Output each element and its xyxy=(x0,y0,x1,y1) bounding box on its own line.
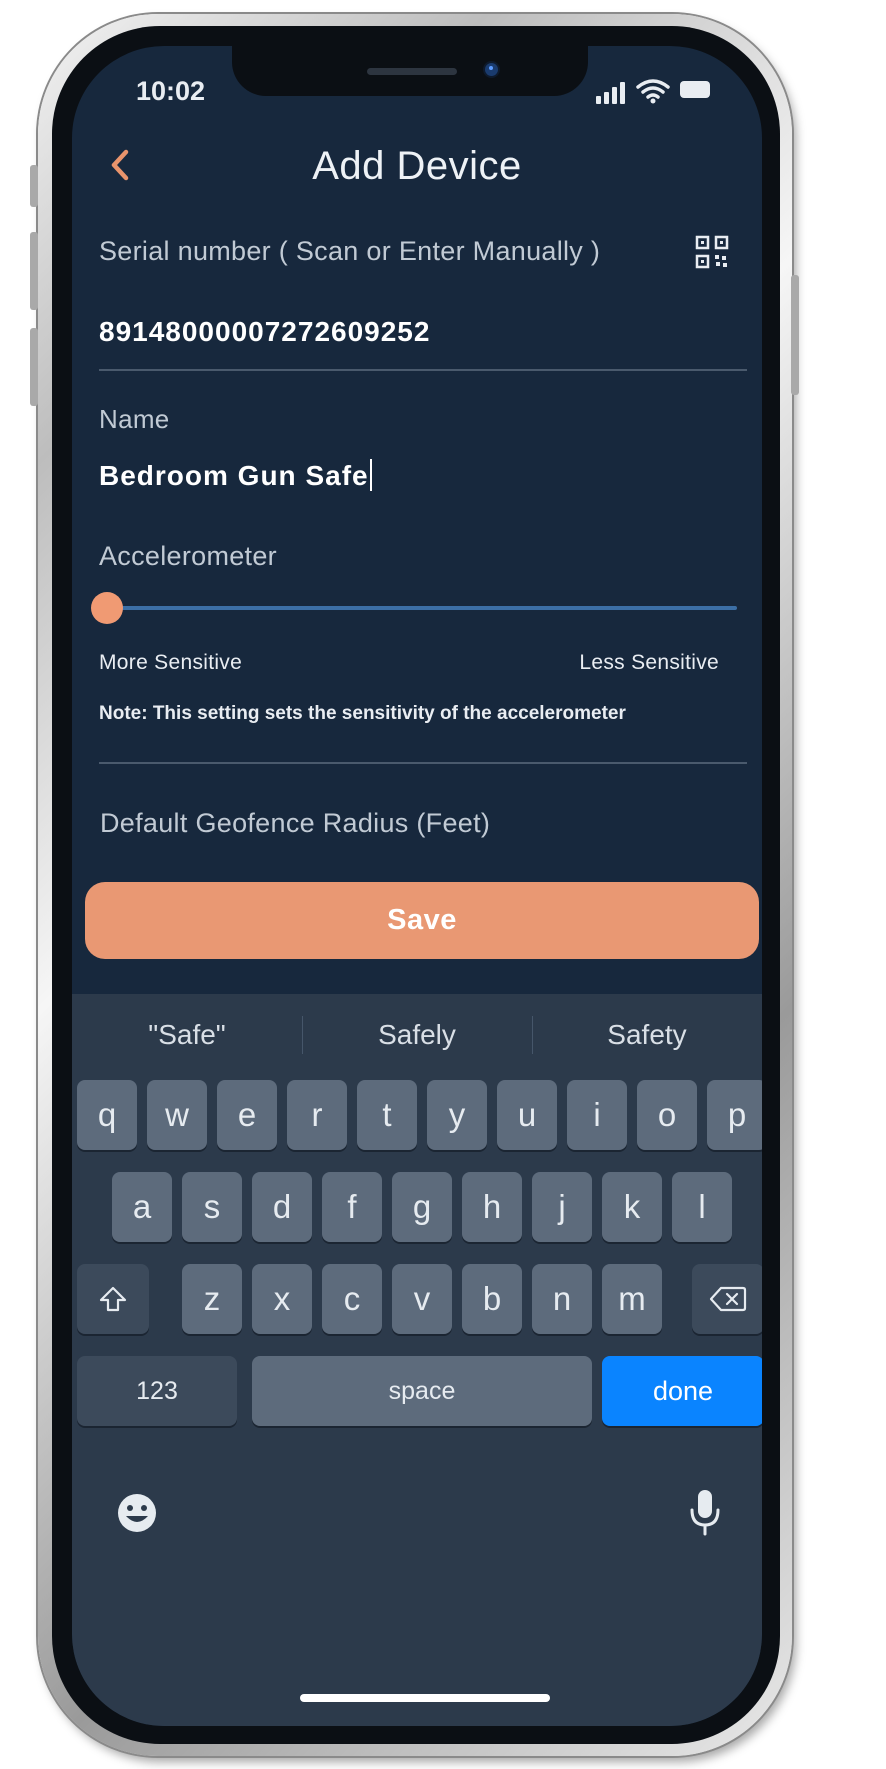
wifi-icon xyxy=(636,79,670,104)
status-icons xyxy=(596,78,714,104)
power-button xyxy=(791,275,799,395)
key-g[interactable]: g xyxy=(392,1172,452,1242)
key-h[interactable]: h xyxy=(462,1172,522,1242)
serial-divider xyxy=(99,369,747,371)
name-input[interactable]: Bedroom Gun Safe xyxy=(99,459,372,492)
key-y[interactable]: y xyxy=(427,1080,487,1150)
suggestion-2[interactable]: Safely xyxy=(302,994,532,1076)
key-z[interactable]: z xyxy=(182,1264,242,1334)
key-r[interactable]: r xyxy=(287,1080,347,1150)
name-input-text: Bedroom Gun Safe xyxy=(99,460,369,491)
name-label: Name xyxy=(99,404,170,434)
key-k[interactable]: k xyxy=(602,1172,662,1242)
suggestion-1[interactable]: "Safe" xyxy=(72,994,302,1076)
accelerometer-note: Note: This setting sets the sensitivity … xyxy=(99,703,626,724)
key-v[interactable]: v xyxy=(392,1264,452,1334)
more-sensitive-label: More Sensitive xyxy=(99,651,243,674)
shift-key[interactable] xyxy=(77,1264,149,1334)
text-caret xyxy=(369,459,372,491)
key-e[interactable]: e xyxy=(217,1080,277,1150)
accelerometer-slider-track[interactable] xyxy=(107,606,737,610)
qr-code-icon[interactable] xyxy=(694,234,730,270)
key-s[interactable]: s xyxy=(182,1172,242,1242)
key-q[interactable]: q xyxy=(77,1080,137,1150)
key-o[interactable]: o xyxy=(637,1080,697,1150)
status-time: 10:02 xyxy=(136,76,206,106)
serial-number-input[interactable]: 89148000007272609252 xyxy=(99,316,430,348)
less-sensitive-label: Less Sensitive xyxy=(579,651,719,674)
accelerometer-divider xyxy=(99,762,747,764)
accelerometer-slider-thumb[interactable] xyxy=(91,592,123,624)
key-p[interactable]: p xyxy=(707,1080,762,1150)
notch xyxy=(232,46,588,96)
key-x[interactable]: x xyxy=(252,1264,312,1334)
geofence-radius-label[interactable]: Default Geofence Radius (Feet) xyxy=(100,808,490,839)
battery-icon xyxy=(680,81,710,98)
save-button[interactable]: Save xyxy=(85,882,759,959)
key-l[interactable]: l xyxy=(672,1172,732,1242)
backspace-key[interactable] xyxy=(692,1264,762,1334)
home-indicator[interactable] xyxy=(300,1694,550,1702)
key-f[interactable]: f xyxy=(322,1172,382,1242)
key-c[interactable]: c xyxy=(322,1264,382,1334)
key-b[interactable]: b xyxy=(462,1264,522,1334)
key-j[interactable]: j xyxy=(532,1172,592,1242)
volume-down-button xyxy=(30,328,38,406)
serial-number-label: Serial number ( Scan or Enter Manually ) xyxy=(99,236,601,266)
mute-switch xyxy=(30,165,38,207)
front-camera xyxy=(485,63,498,76)
space-key[interactable]: space xyxy=(252,1356,592,1426)
keyboard: "Safe" Safely Safety q w e r t y u i o p… xyxy=(72,994,762,1726)
suggestion-bar: "Safe" Safely Safety xyxy=(72,994,762,1076)
screen: 10:02 Add Device Serial number ( Scan or… xyxy=(72,46,762,1726)
earpiece-speaker xyxy=(367,68,457,75)
backspace-icon xyxy=(709,1286,747,1312)
shift-icon xyxy=(99,1286,127,1312)
done-key[interactable]: done xyxy=(602,1356,762,1426)
key-t[interactable]: t xyxy=(357,1080,417,1150)
signal-icon xyxy=(596,80,626,104)
volume-up-button xyxy=(30,232,38,310)
key-i[interactable]: i xyxy=(567,1080,627,1150)
emoji-icon[interactable] xyxy=(116,1492,158,1534)
suggestion-3[interactable]: Safety xyxy=(532,994,762,1076)
accelerometer-label: Accelerometer xyxy=(99,541,277,571)
key-m[interactable]: m xyxy=(602,1264,662,1334)
key-w[interactable]: w xyxy=(147,1080,207,1150)
numbers-key[interactable]: 123 xyxy=(77,1356,237,1426)
key-a[interactable]: a xyxy=(112,1172,172,1242)
key-d[interactable]: d xyxy=(252,1172,312,1242)
microphone-icon[interactable] xyxy=(689,1488,721,1538)
key-u[interactable]: u xyxy=(497,1080,557,1150)
page-title: Add Device xyxy=(312,144,522,188)
key-n[interactable]: n xyxy=(532,1264,592,1334)
